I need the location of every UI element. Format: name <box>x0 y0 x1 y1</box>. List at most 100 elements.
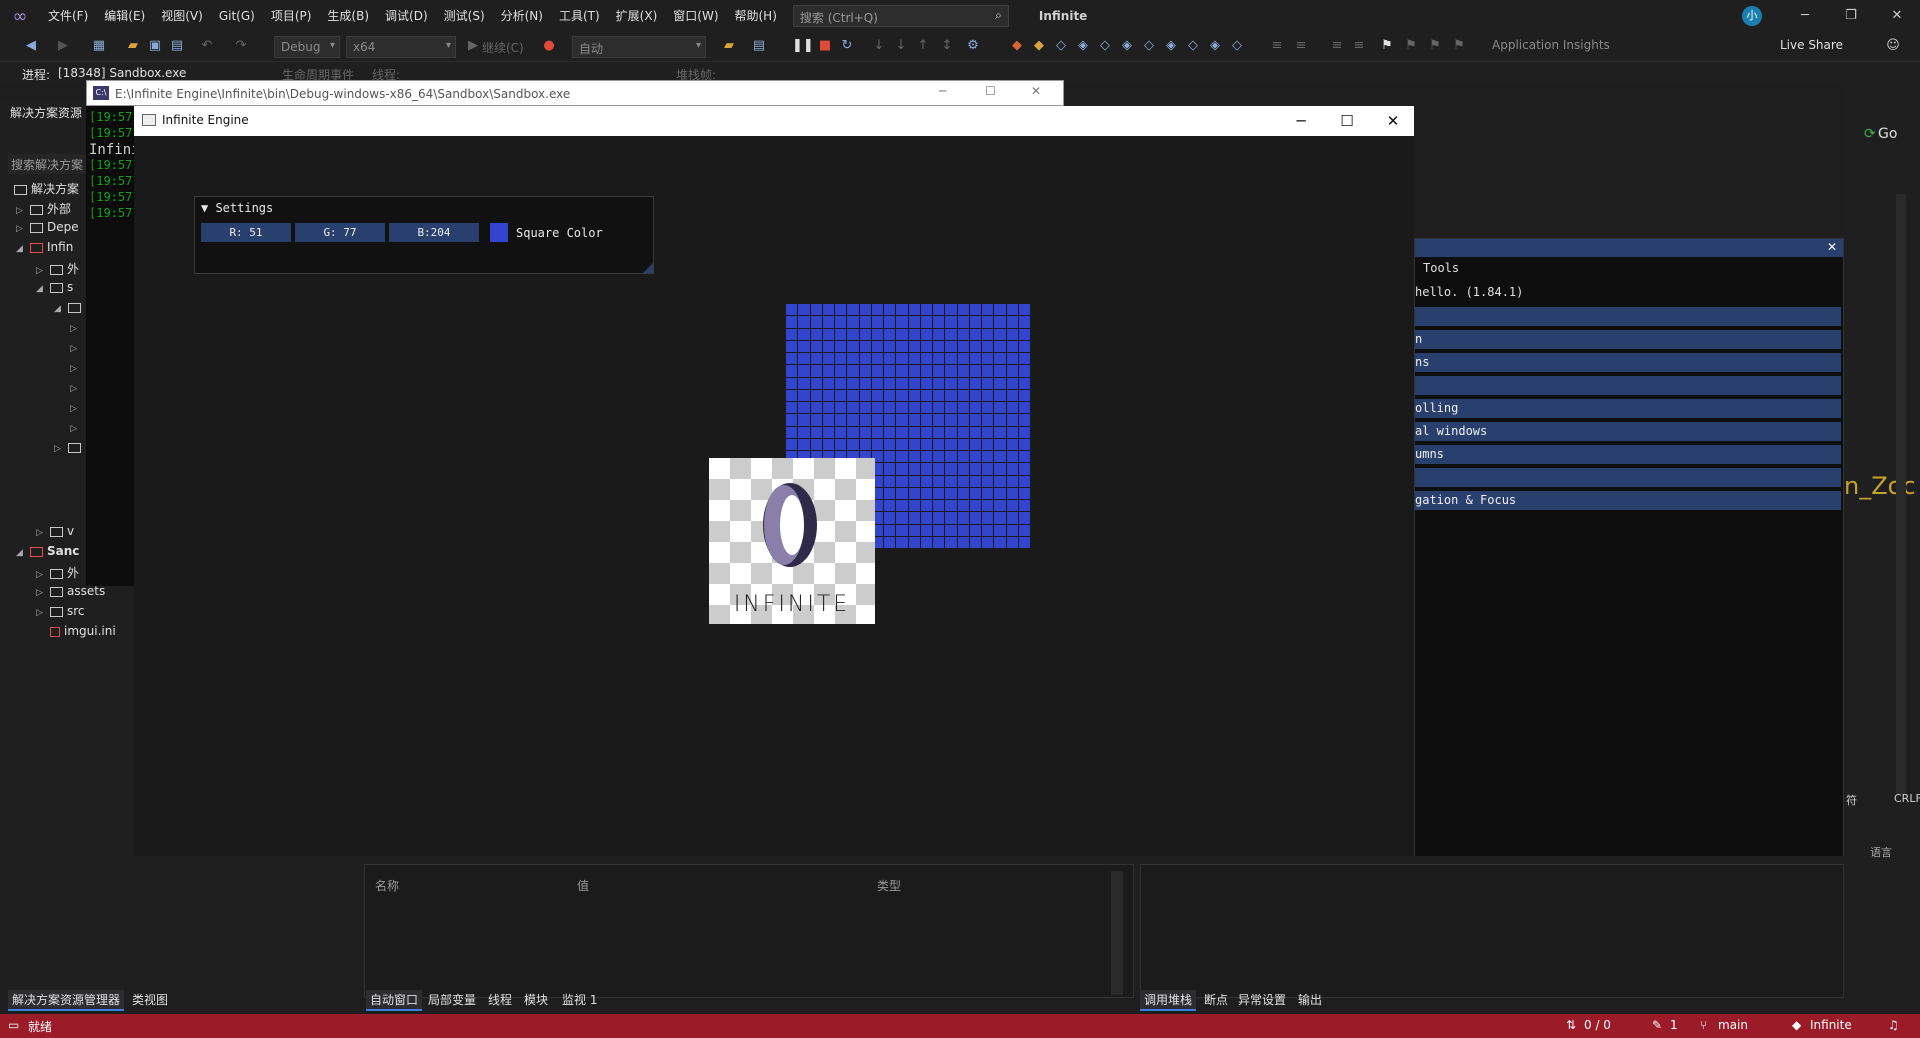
stop-icon[interactable]: ■ <box>816 37 834 55</box>
tab-watch-1[interactable]: 监视 1 <box>558 990 601 1009</box>
scrollbar[interactable] <box>1111 871 1123 995</box>
menu-build[interactable]: 生成(B) <box>319 0 377 32</box>
git-branch[interactable]: main <box>1718 1018 1748 1032</box>
close-icon[interactable]: ✕ <box>1874 0 1920 32</box>
close-icon[interactable]: ✕ <box>1031 84 1041 98</box>
continue-icon[interactable]: ▶ <box>464 37 482 55</box>
menu-file[interactable]: 文件(F) <box>40 0 96 32</box>
demo-tools-menu[interactable]: Tools <box>1423 261 1459 275</box>
tab-locals[interactable]: 局部变量 <box>424 990 480 1009</box>
menu-edit[interactable]: 编辑(E) <box>96 0 153 32</box>
tree-item-solution[interactable]: 解决方案 <box>10 180 79 198</box>
bookmark-next-icon[interactable]: ⚑ <box>1426 37 1444 55</box>
tree-item-sandbox[interactable]: ◢ Sanc <box>16 544 79 562</box>
demo-header-row[interactable]: ns <box>1415 353 1841 372</box>
redo-icon[interactable]: ↷ <box>232 37 250 55</box>
red-channel-field[interactable]: R: 51 <box>201 223 291 242</box>
application-insights-button[interactable]: Application Insights <box>1492 38 1610 52</box>
tool-icon-6[interactable]: ◈ <box>1118 37 1136 55</box>
tree-item-child[interactable]: ▷ <box>70 380 80 398</box>
menu-test[interactable]: 测试(S) <box>436 0 493 32</box>
uncomment-icon[interactable]: ≡ <box>1292 37 1310 55</box>
tab-call-stack[interactable]: 调用堆栈 <box>1140 990 1197 1011</box>
forward-icon[interactable]: ▶ <box>54 37 72 55</box>
demo-window-titlebar[interactable]: ✕ <box>1415 239 1843 257</box>
minimize-icon[interactable]: ─ <box>939 84 946 98</box>
demo-header-row[interactable] <box>1415 307 1841 326</box>
tool-icon-8[interactable]: ◈ <box>1162 37 1180 55</box>
tree-item-child[interactable]: ▷ <box>70 340 80 358</box>
demo-header-row[interactable] <box>1415 376 1841 395</box>
menu-window[interactable]: 窗口(W) <box>665 0 726 32</box>
green-channel-field[interactable]: G: 77 <box>295 223 385 242</box>
color-swatch-button[interactable] <box>490 223 508 242</box>
console-window-titlebar[interactable]: C:\ E:\Infinite Engine\Infinite\bin\Debu… <box>86 80 1064 106</box>
open-folder-icon[interactable]: ▰ <box>124 37 142 55</box>
outdent-icon[interactable]: ≡ <box>1350 37 1368 55</box>
browse-icon[interactable]: ▰ <box>720 37 738 55</box>
tab-solution-explorer[interactable]: 解决方案资源管理器 <box>8 990 125 1011</box>
tool-icon-7[interactable]: ◇ <box>1140 37 1158 55</box>
menu-help[interactable]: 帮助(H) <box>727 0 785 32</box>
back-icon[interactable]: ◀ <box>22 37 40 55</box>
tree-item-child[interactable]: ▷ <box>70 400 80 418</box>
tab-threads[interactable]: 线程 <box>484 990 516 1009</box>
resize-grip[interactable] <box>643 263 653 273</box>
minimize-icon[interactable]: ─ <box>1278 106 1324 136</box>
tree-item-sandbox-src[interactable]: ▷ src <box>36 604 85 622</box>
tree-item-sandbox-external[interactable]: ▷ 外 <box>36 564 79 582</box>
tree-item-infinite-external[interactable]: ▷ 外 <box>36 260 79 278</box>
tree-item-subfolder[interactable]: ▷ <box>54 440 85 458</box>
pause-icon[interactable]: ❚❚ <box>792 37 814 55</box>
notification-bell-icon[interactable]: ♫ <box>1888 1018 1899 1032</box>
undo-icon[interactable]: ↶ <box>198 37 216 55</box>
tree-item-src[interactable]: ◢ s <box>36 280 73 298</box>
demo-header-row[interactable]: al windows <box>1415 422 1841 441</box>
engine-viewport[interactable]: ▼ Settings R: 51 G: 77 B:204 Square Colo… <box>134 136 1414 856</box>
git-repo[interactable]: Infinite <box>1810 1018 1852 1032</box>
avatar[interactable]: 小 <box>1742 6 1762 26</box>
tree-item-external[interactable]: ▷ 外部 <box>16 200 71 218</box>
minimize-icon[interactable]: ─ <box>1782 0 1828 32</box>
layout-icon[interactable]: ▤ <box>750 37 768 55</box>
git-changes[interactable]: 0 / 0 <box>1584 1018 1611 1032</box>
tree-item-subfolder[interactable]: ◢ <box>54 300 85 318</box>
demo-header-row[interactable]: gation & Focus <box>1415 491 1841 510</box>
hot-reload-icon[interactable]: ● <box>540 37 558 55</box>
bookmark-clear-icon[interactable]: ⚑ <box>1450 37 1468 55</box>
tree-item-child[interactable]: ▷ <box>70 360 80 378</box>
tree-item-vendor[interactable]: ▷ v <box>36 524 74 542</box>
restart-icon[interactable]: ↻ <box>838 37 856 55</box>
process-select[interactable]: [18348] Sandbox.exe <box>58 66 186 80</box>
scrollbar[interactable] <box>1896 194 1906 794</box>
menu-debug[interactable]: 调试(D) <box>377 0 436 32</box>
tree-item-infinite[interactable]: ◢ Infin <box>16 240 73 258</box>
menu-view[interactable]: 视图(V) <box>153 0 211 32</box>
comment-icon[interactable]: ≡ <box>1268 37 1286 55</box>
close-icon[interactable]: ✕ <box>1370 106 1416 136</box>
demo-header-row[interactable] <box>1415 468 1841 487</box>
tool-icon-11[interactable]: ◇ <box>1228 37 1246 55</box>
tab-class-view[interactable]: 类视图 <box>128 990 172 1009</box>
tree-item-dependencies[interactable]: ▷ Depe <box>16 220 79 238</box>
save-all-icon[interactable]: ▤ <box>168 37 186 55</box>
tree-item-child[interactable]: ▷ <box>70 320 80 338</box>
menu-analyze[interactable]: 分析(N) <box>493 0 551 32</box>
save-icon[interactable]: ▣ <box>146 37 164 55</box>
demo-header-row[interactable]: n <box>1415 330 1841 349</box>
tab-output[interactable]: 输出 <box>1294 990 1326 1009</box>
new-item-icon[interactable]: ▦ <box>90 37 108 55</box>
tree-item-assets[interactable]: ▷ assets <box>36 584 105 602</box>
auto-select[interactable]: 自动 <box>572 36 706 58</box>
tool-icon-10[interactable]: ◈ <box>1206 37 1224 55</box>
demo-header-row[interactable]: umns <box>1415 445 1841 464</box>
tab-exception-settings[interactable]: 异常设置 <box>1234 990 1290 1009</box>
step-into-icon[interactable]: ↓ <box>870 37 888 55</box>
tool-icon-9[interactable]: ◇ <box>1184 37 1202 55</box>
live-share-button[interactable]: Live Share <box>1780 38 1843 52</box>
tab-autos[interactable]: 自动窗口 <box>366 990 423 1011</box>
continue-label[interactable]: 继续(C) <box>482 39 524 56</box>
menu-project[interactable]: 项目(P) <box>263 0 320 32</box>
blue-channel-field[interactable]: B:204 <box>389 223 479 242</box>
restore-icon[interactable]: ❐ <box>1828 0 1874 32</box>
